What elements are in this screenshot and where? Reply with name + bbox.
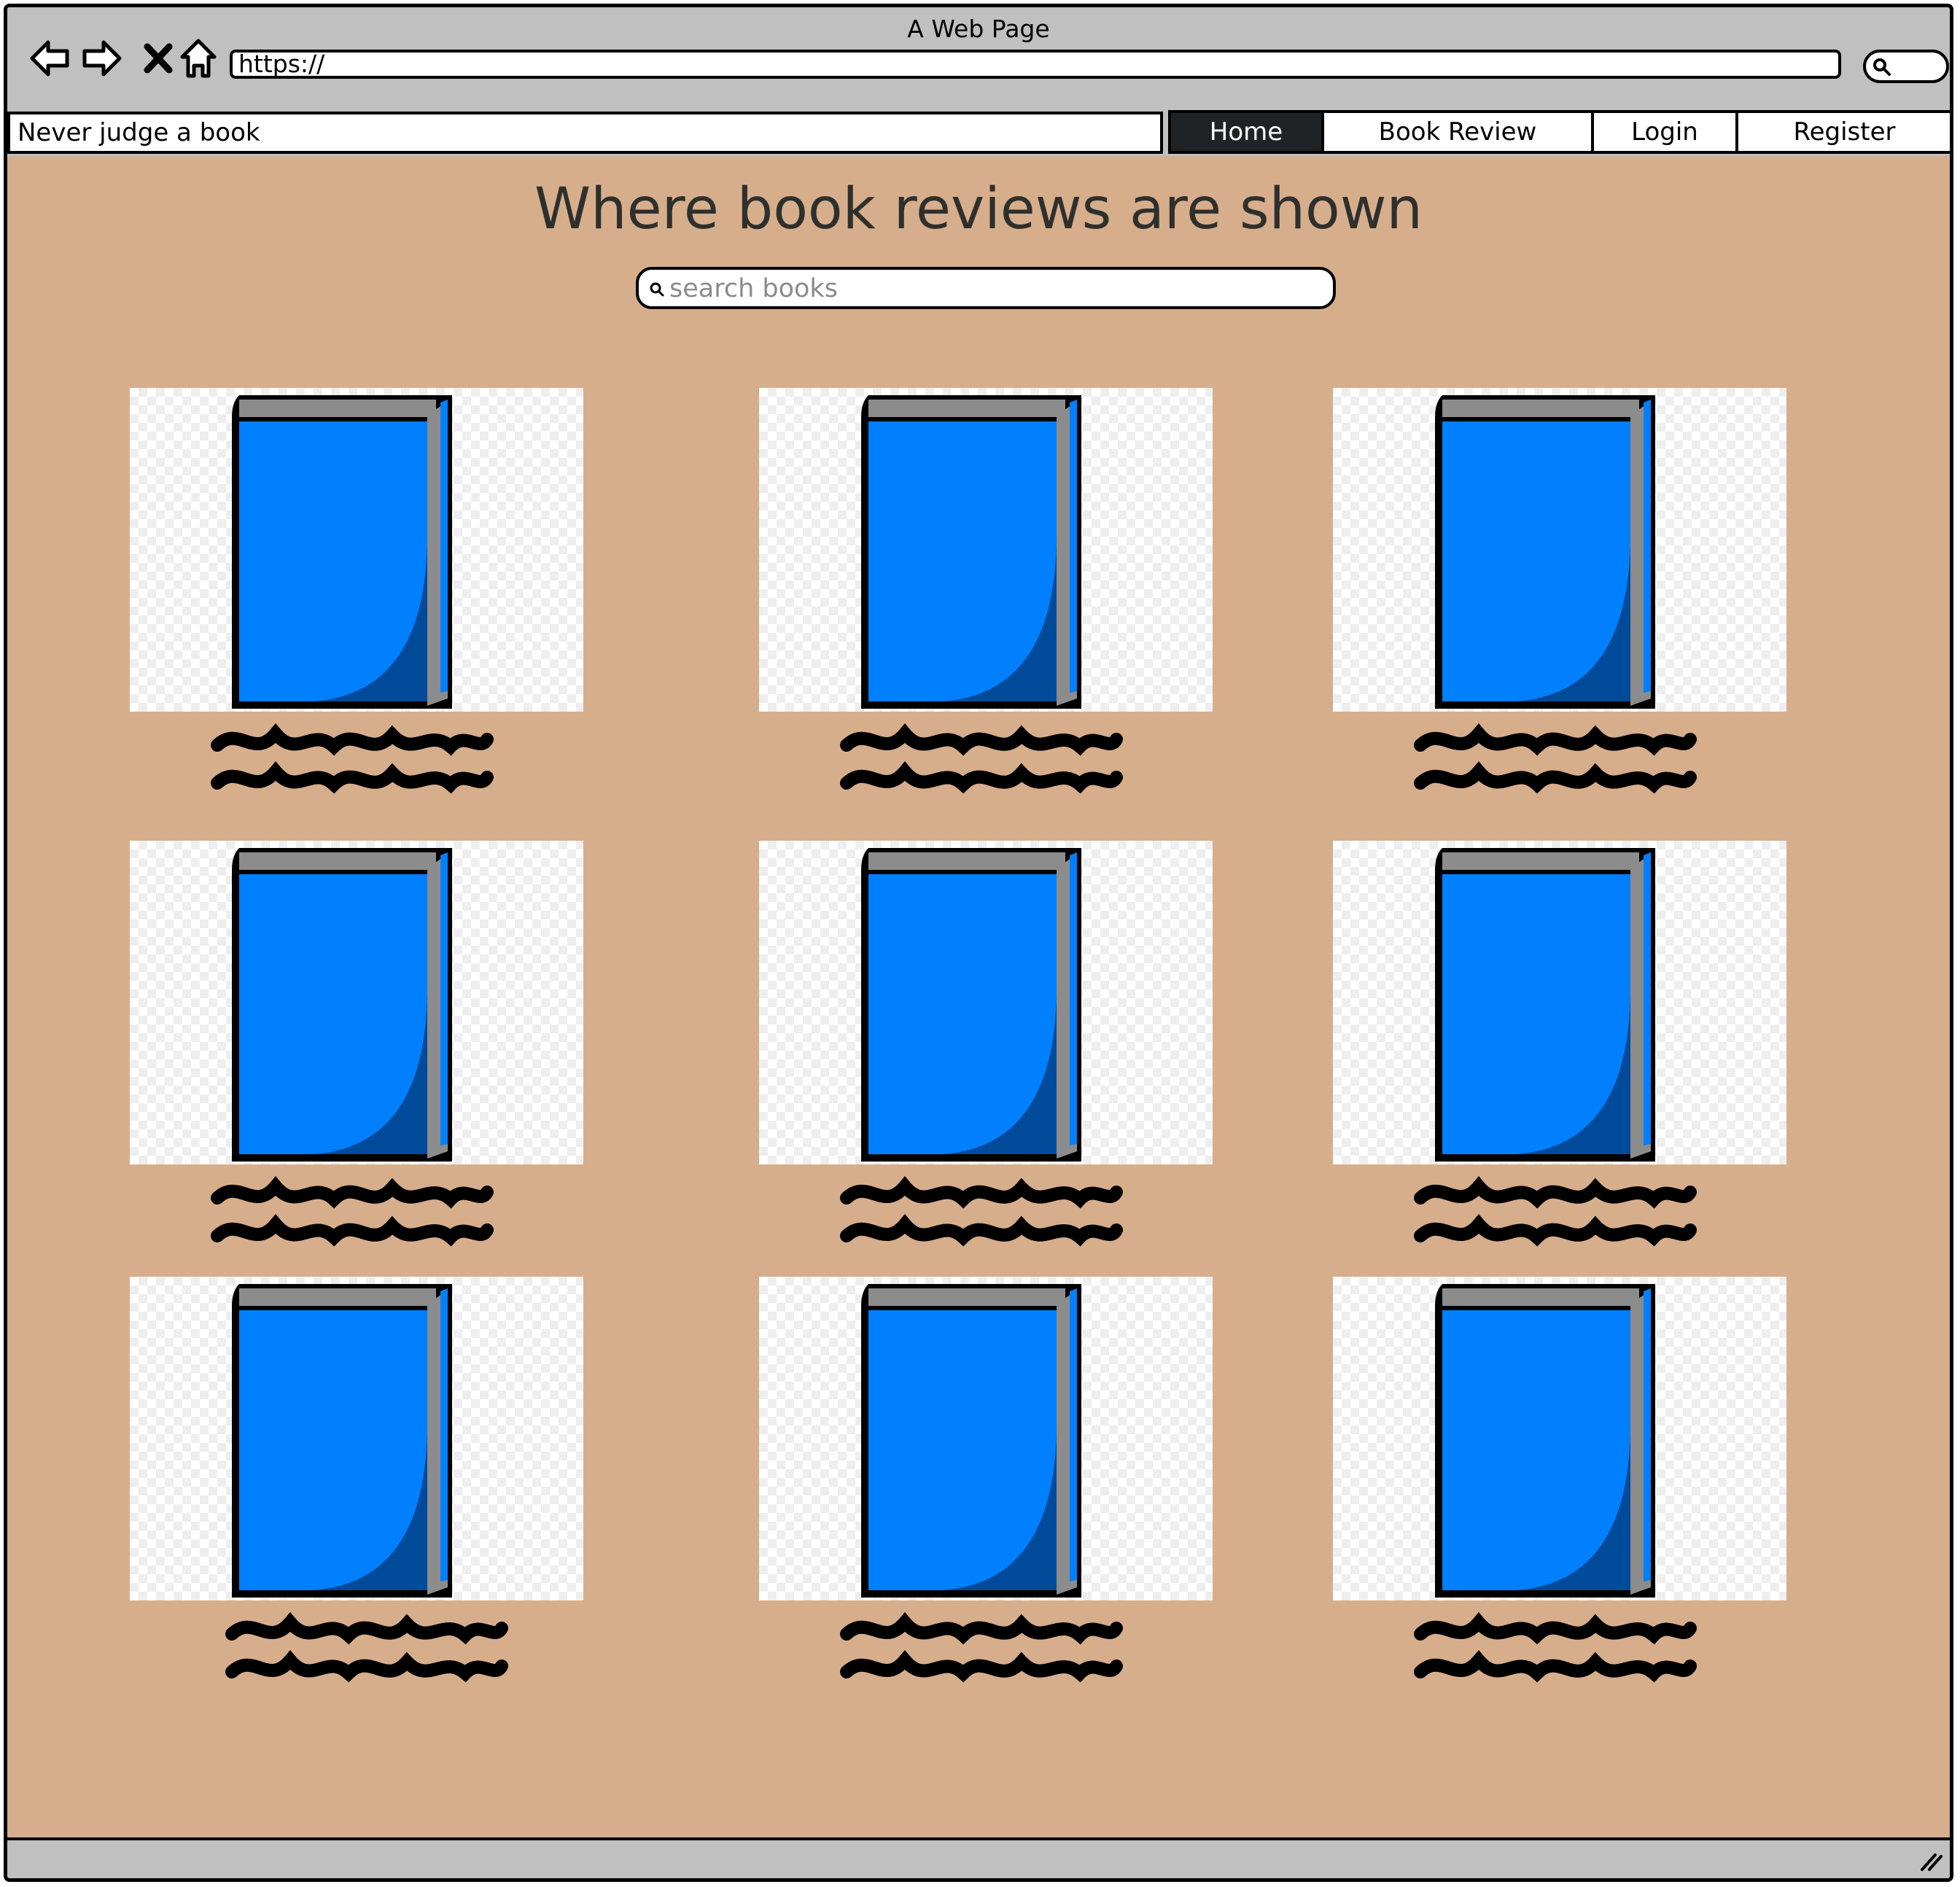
site-brand: Never judge a book — [7, 112, 1163, 154]
url-field[interactable]: https:// — [230, 50, 1841, 79]
book-caption-scribble — [840, 723, 1123, 794]
book-caption-scribble — [211, 1176, 494, 1247]
book-caption-scribble — [840, 1612, 1123, 1683]
book-search-input[interactable] — [668, 273, 1312, 305]
nav-register[interactable]: Register — [1738, 113, 1950, 151]
book-caption-scribble — [211, 723, 494, 794]
site-menubar: Never judge a book Home Book Review Logi… — [7, 108, 1950, 156]
nav-login[interactable]: Login — [1594, 113, 1738, 151]
book-caption-scribble — [840, 1176, 1123, 1247]
book-cover[interactable] — [1333, 841, 1786, 1164]
window-title: A Web Page — [907, 15, 1050, 43]
blue-book-icon — [232, 1284, 452, 1598]
blue-book-icon — [1435, 1284, 1655, 1598]
blue-book-icon — [1435, 395, 1655, 709]
book-caption-scribble — [1414, 1176, 1697, 1247]
book-caption-scribble — [1414, 1612, 1697, 1683]
browser-window: A Web Page https:// Never judge a book H… — [4, 4, 1953, 1882]
book-caption-scribble — [1414, 723, 1697, 794]
forward-arrow-icon[interactable] — [80, 36, 124, 80]
book-cover[interactable] — [1333, 1277, 1786, 1600]
book-cover[interactable] — [1333, 388, 1786, 712]
blue-book-icon — [232, 395, 452, 709]
page-title: Where book reviews are shown — [534, 176, 1423, 242]
book-cover[interactable] — [759, 388, 1213, 712]
book-cover[interactable] — [130, 1277, 583, 1600]
book-cover[interactable] — [759, 1277, 1213, 1600]
blue-book-icon — [232, 848, 452, 1162]
home-icon[interactable] — [176, 36, 220, 80]
browser-toolbar: A Web Page https:// — [7, 7, 1950, 111]
book-search-box[interactable] — [636, 267, 1336, 309]
book-caption-scribble — [225, 1612, 508, 1683]
close-icon[interactable] — [137, 36, 181, 80]
nav-home[interactable]: Home — [1171, 113, 1324, 151]
book-cover[interactable] — [130, 388, 583, 712]
main-nav: Home Book Review Login Register — [1168, 110, 1950, 154]
blue-book-icon — [1435, 848, 1655, 1162]
book-cover[interactable] — [130, 841, 583, 1164]
nav-book-review[interactable]: Book Review — [1324, 113, 1594, 151]
back-arrow-icon[interactable] — [28, 36, 71, 80]
browser-search-button[interactable] — [1863, 50, 1949, 83]
search-icon — [1873, 58, 1891, 76]
blue-book-icon — [861, 1284, 1081, 1598]
blue-book-icon — [861, 395, 1081, 709]
blue-book-icon — [861, 848, 1081, 1162]
status-bar — [7, 1837, 1950, 1878]
book-cover[interactable] — [759, 841, 1213, 1164]
resize-grip-icon[interactable] — [1916, 1851, 1942, 1872]
search-icon — [650, 282, 664, 297]
